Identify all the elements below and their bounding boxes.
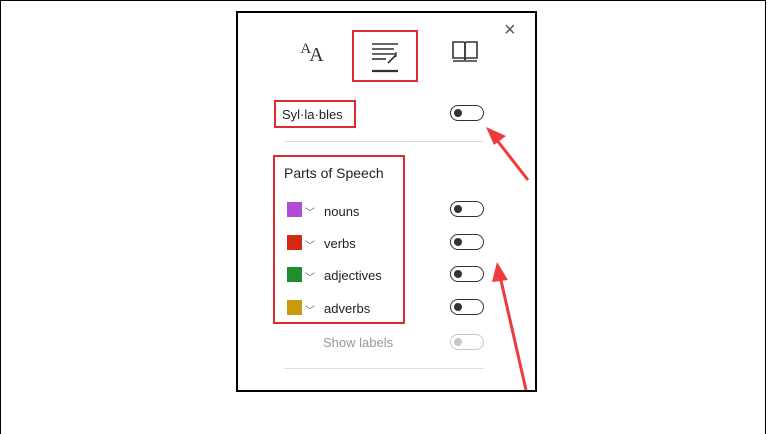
arrow-to-toggles [498,275,528,391]
arrowhead [492,262,508,282]
annotation-arrows [486,127,530,391]
arrow-to-syllables-toggle [494,138,530,181]
arrowhead [486,127,506,145]
